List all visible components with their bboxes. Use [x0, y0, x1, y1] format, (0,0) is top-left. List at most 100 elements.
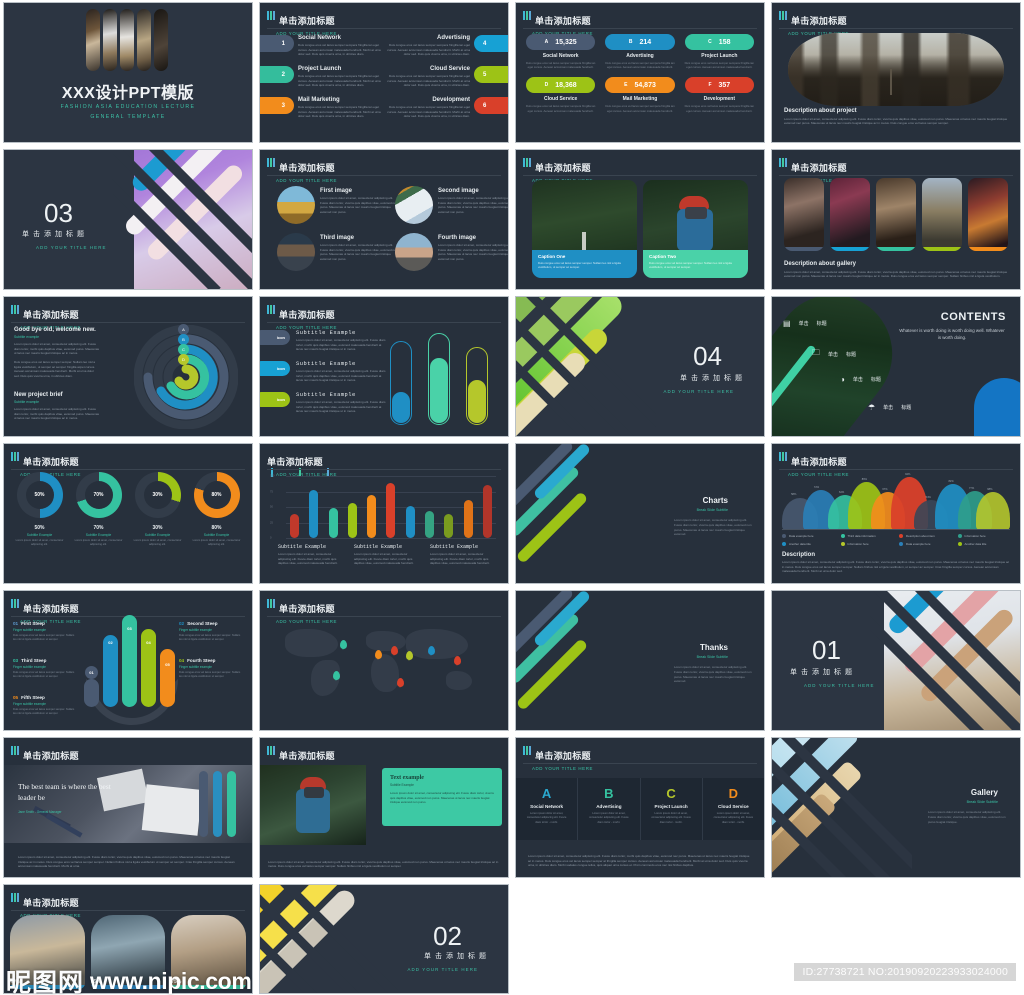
gallery-item[interactable]	[922, 178, 962, 251]
donut-col[interactable]: 80% 80% Subtitle Example Lorem ipsum dol…	[187, 472, 246, 547]
contents-item-1[interactable]: ▤ 单击 标题	[783, 319, 827, 328]
slide-cell[interactable]: 单击添加标题 ADD YOUR TITLE HERE 50% 50% Subti…	[0, 441, 256, 588]
slide-four-circles[interactable]: 单击添加标题 ADD YOUR TITLE HERE First image L…	[259, 149, 509, 290]
slide-cell[interactable]: 01 单击添加标题 ADD YOUR TITLE HERE	[768, 588, 1024, 735]
slide-abcd[interactable]: 单击添加标题 ADD YOUR TITLE HERE A Social Netw…	[515, 737, 765, 878]
donut-col[interactable]: 70% 70% Subtitle Example Lorem ipsum dol…	[69, 472, 128, 547]
slide-charts-break[interactable]: Charts Break Slide Subtitle Lorem ipsum …	[515, 443, 765, 584]
pill-badge-2[interactable]: 2	[260, 66, 294, 83]
slide-section-02[interactable]: 02 单击添加标题 ADD YOUR TITLE HERE	[259, 884, 509, 994]
slide-world-map[interactable]: 单击添加标题 ADD YOUR TITLE HERE	[259, 590, 509, 731]
contents-item-2[interactable]: 🗀 单击 标题	[812, 347, 856, 361]
gallery-item[interactable]	[968, 178, 1008, 251]
slide-thanks-break[interactable]: Thanks Break Slide Subtitle Lorem ipsum …	[515, 590, 765, 731]
stat-card[interactable]: B 214 Advertising Duis congue eros vel l…	[605, 34, 675, 69]
slide-cell[interactable]: 单击添加标题 ADD YOUR TITLE HERE Description a…	[768, 147, 1024, 294]
stat-letter: F	[708, 82, 712, 89]
slide-six-pills[interactable]: 单击添加标题 ADD YOUR TITLE HERE 1 Social Netw…	[259, 2, 509, 143]
header-divider	[523, 175, 757, 176]
map-pin[interactable]	[390, 646, 398, 657]
hill-value-6: 94%	[905, 473, 911, 477]
pill-badge-3[interactable]: 3	[260, 97, 294, 114]
slide-radial[interactable]: 单击添加标题 ADD YOUR TITLE HERE Good bye old,…	[3, 296, 253, 437]
slide-cell[interactable]: XXX设计PPT模版 FASHION ASIA EDUCATION LECTUR…	[0, 0, 256, 147]
bar-series	[290, 476, 492, 538]
slide-cell[interactable]: 单击添加标题 ADD YOUR TITLE HERE 100 75 50 25 …	[256, 441, 512, 588]
slide-contents[interactable]: CONTENTS Whatever is worth doing is wort…	[771, 296, 1021, 437]
slide-cell[interactable]: 单击添加标题 ADD YOUR TITLE HERE A Social Netw…	[512, 735, 768, 882]
slide-cell[interactable]: 单击添加标题 ADD YOUR TITLE HERE First image L…	[256, 147, 512, 294]
abcd-col[interactable]: D Cloud Service Lorem ipsum dolor sit am…	[703, 778, 764, 840]
slide-cell[interactable]: 04 单击添加标题 ADD YOUR TITLE HERE	[512, 294, 768, 441]
slide-tubes[interactable]: 单击添加标题 ADD YOUR TITLE HERE icon Subtitle…	[259, 296, 509, 437]
slide-cell[interactable]: Thanks Break Slide Subtitle Lorem ipsum …	[512, 588, 768, 735]
contents-item-3-a: 单击	[852, 377, 863, 383]
slide-cell[interactable]: 单击添加标题 ADD YOUR TITLE HERE Caption One D…	[512, 147, 768, 294]
slide-donuts[interactable]: 单击添加标题 ADD YOUR TITLE HERE 50% 50% Subti…	[3, 443, 253, 584]
slide-cell[interactable]: 单击添加标题 ADD YOUR TITLE HERE The best team…	[0, 735, 256, 882]
slide-cell[interactable]: CONTENTS Whatever is worth doing is wort…	[768, 294, 1024, 441]
slide-city-photo[interactable]: 单击添加标题 ADD YOUR TITLE HERE Description a…	[771, 2, 1021, 143]
stat-card[interactable]: A 15,325 Social Network Duis congue eros…	[526, 34, 595, 69]
tube-icon-pill-1[interactable]: icon	[260, 330, 290, 345]
gallery-item[interactable]	[830, 178, 870, 251]
stat-card[interactable]: E 54,873 Mail Marketing Duis congue eros…	[605, 77, 675, 113]
slide-gallery-break[interactable]: Gallery Break Slide Subtitle Lorem ipsum…	[771, 737, 1021, 878]
slide-cell[interactable]: 单击添加标题 ADD YOUR TITLE HERE 1 Social Netw…	[256, 0, 512, 147]
legend-label: Another data title	[964, 542, 987, 546]
pill-badge-4[interactable]: 4	[474, 35, 508, 52]
photo-card-1[interactable]: Caption One Duis congue eros vel lacus s…	[532, 180, 637, 278]
map-pin[interactable]	[454, 655, 462, 666]
slide-cell[interactable]: 02 单击添加标题 ADD YOUR TITLE HERE	[256, 882, 512, 995]
slide-two-cards[interactable]: 单击添加标题 ADD YOUR TITLE HERE Caption One D…	[515, 149, 765, 290]
slide-cell[interactable]: 单击添加标题 ADD YOUR TITLE HERE icon Subtitle…	[256, 294, 512, 441]
slide-best-team[interactable]: 单击添加标题 ADD YOUR TITLE HERE The best team…	[3, 737, 253, 878]
pill-badge-6[interactable]: 6	[474, 97, 508, 114]
slide-bar-chart[interactable]: 单击添加标题 ADD YOUR TITLE HERE 100 75 50 25 …	[259, 443, 509, 584]
stat-card[interactable]: F 357 Development Duis congue eros vel l…	[684, 77, 754, 113]
map-pin[interactable]	[340, 640, 347, 651]
map-pin[interactable]	[406, 651, 413, 662]
slide-cell[interactable]: 单击添加标题 ADD YOUR TITLE HERE Description a…	[768, 0, 1024, 147]
gallery-item[interactable]	[876, 178, 916, 251]
bar-legend-item: Subtitle Example Lorem ipsum dolor sit a…	[430, 544, 496, 566]
slide-five-steps[interactable]: 单击添加标题 ADD YOUR TITLE HERE 01 02 03 04 0…	[3, 590, 253, 731]
gallery-item[interactable]	[784, 178, 824, 251]
abcd-col[interactable]: C Project Launch Lorem ipsum dolor sit a…	[641, 778, 703, 840]
hill-legend: Data example here Third data information…	[782, 534, 1010, 546]
slide-gallery5[interactable]: 单击添加标题 ADD YOUR TITLE HERE Description a…	[771, 149, 1021, 290]
slide-photo-text[interactable]: 单击添加标题 ADD YOUR TITLE HERE Text example …	[259, 737, 509, 878]
pill-badge-1[interactable]: 1	[260, 35, 294, 52]
slide-cell[interactable]: 单击添加标题 ADD YOUR TITLE HERE 01 02 03 04 0…	[0, 588, 256, 735]
pill-badge-5[interactable]: 5	[474, 66, 508, 83]
slide-hills[interactable]: 单击添加标题 ADD YOUR TITLE HERE 58% 72% 62% 8…	[771, 443, 1021, 584]
stat-card[interactable]: D 18,368 Cloud Service Duis congue eros …	[526, 77, 595, 113]
slide-cell[interactable]: 单击添加标题 ADD YOUR TITLE HERE 58% 72% 62% 8…	[768, 441, 1024, 588]
slide-title-zh: 单击添加标题	[279, 16, 335, 26]
stat-card[interactable]: C 158 Project Launch Duis congue eros ve…	[684, 34, 754, 69]
tube-icon-pill-2[interactable]: icon	[260, 361, 290, 376]
slide-cell[interactable]: Gallery Break Slide Subtitle Lorem ipsum…	[768, 735, 1024, 882]
abcd-col[interactable]: A Social Network Lorem ipsum dolor sit a…	[516, 778, 579, 840]
slide-cell[interactable]: 单击添加标题 ADD YOUR TITLE HERE Text example …	[256, 735, 512, 882]
abcd-col[interactable]: B Advertising Lorem ipsum dolor sit amet…	[578, 778, 641, 840]
slide-section-03[interactable]: 03 单击添加标题 ADD YOUR TITLE HERE	[3, 149, 253, 290]
slide-cell[interactable]: 单击添加标题 ADD YOUR TITLE HERE	[256, 588, 512, 735]
contents-item-4[interactable]: ☂ 单击 标题	[868, 403, 911, 412]
donut-col[interactable]: 30% 30% Subtitle Example Lorem ipsum dol…	[128, 472, 187, 547]
slide-cover[interactable]: XXX设计PPT模版 FASHION ASIA EDUCATION LECTUR…	[3, 2, 253, 143]
donut-col[interactable]: 50% 50% Subtitle Example Lorem ipsum dol…	[10, 472, 69, 547]
tube-icon-pill-3[interactable]: icon	[260, 392, 290, 407]
text-card[interactable]: Text example Subtitle Example Lorem ipsu…	[382, 768, 502, 826]
map-pin[interactable]	[375, 649, 383, 660]
photo-card-2[interactable]: Caption Two Duis congue eros vel lacus s…	[643, 180, 748, 278]
slide-stat-pills[interactable]: 单击添加标题 ADD YOUR TITLE HERE A 15,325 Soci…	[515, 2, 765, 143]
slide-cell[interactable]: 03 单击添加标题 ADD YOUR TITLE HERE	[0, 147, 256, 294]
contents-item-3[interactable]: ◑ 单击 标题	[840, 375, 881, 384]
slide-cell[interactable]: 单击添加标题 ADD YOUR TITLE HERE A 15,325 Soci…	[512, 0, 768, 147]
slide-cell[interactable]: Charts Break Slide Subtitle Lorem ipsum …	[512, 441, 768, 588]
slide-section-01[interactable]: 01 单击添加标题 ADD YOUR TITLE HERE	[771, 590, 1021, 731]
slide-cell[interactable]: 单击添加标题 ADD YOUR TITLE HERE Good bye old,…	[0, 294, 256, 441]
map-pin[interactable]	[397, 677, 405, 688]
slide-section-04[interactable]: 04 单击添加标题 ADD YOUR TITLE HERE	[515, 296, 765, 437]
